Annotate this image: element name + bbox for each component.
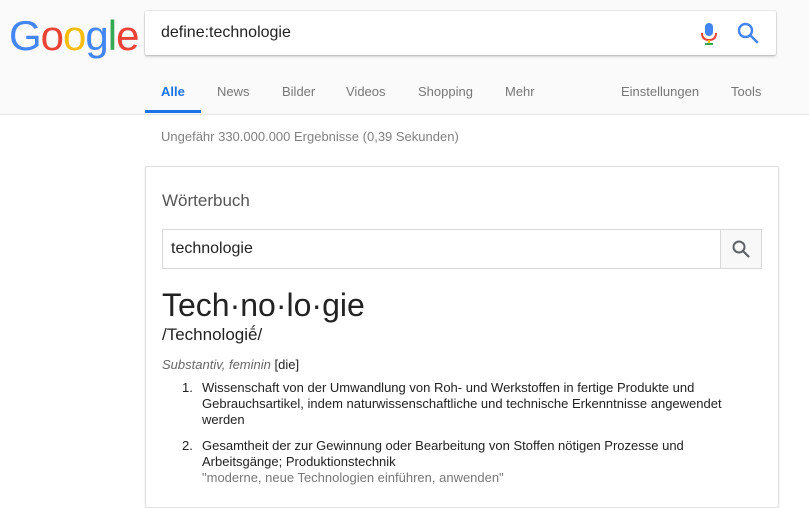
pos-type: Substantiv, feminin: [162, 357, 271, 372]
dictionary-card: Wörterbuch technologie Tech·no·lo·gie /T…: [145, 166, 779, 508]
tab-einstellungen[interactable]: Einstellungen: [621, 84, 699, 99]
tab-news[interactable]: News: [217, 84, 250, 99]
phonetic: /Technologiḗ/: [162, 325, 263, 344]
search-icon[interactable]: [737, 22, 759, 44]
definition-list: 1. Wissenschaft von der Umwandlung von R…: [182, 380, 742, 496]
definition-text: Wissenschaft von der Umwandlung von Roh-…: [202, 380, 722, 427]
search-query-text[interactable]: define:technologie: [161, 24, 291, 42]
logo-letter: e: [116, 12, 139, 59]
search-input[interactable]: define:technologie: [145, 11, 776, 55]
part-of-speech: Substantiv, feminin [die]: [162, 357, 299, 372]
dictionary-input-value[interactable]: technologie: [171, 240, 253, 258]
dictionary-search-button[interactable]: [720, 229, 762, 269]
definition-item: 2. Gesamtheit der zur Gewinnung oder Bea…: [182, 438, 742, 486]
google-logo[interactable]: Google: [9, 12, 139, 60]
active-tab-indicator: [145, 110, 201, 113]
tab-bilder[interactable]: Bilder: [282, 84, 315, 99]
logo-letter: G: [9, 12, 42, 59]
search-tabs: Alle News Bilder Videos Shopping Mehr Ei…: [0, 80, 809, 114]
logo-letter: o: [63, 12, 86, 59]
top-bar: Google define:technologie Alle News Bild…: [0, 0, 809, 115]
card-title: Wörterbuch: [162, 191, 250, 210]
definition-text: Gesamtheit der zur Gewinnung oder Bearbe…: [202, 438, 684, 469]
dictionary-search-input[interactable]: technologie: [162, 229, 721, 269]
headword: Tech·no·lo·gie: [162, 287, 365, 323]
definition-number: 1.: [182, 380, 193, 395]
logo-letter: o: [40, 12, 64, 59]
definition-example: "moderne, neue Technologien einführen, a…: [202, 470, 504, 485]
tab-shopping[interactable]: Shopping: [418, 84, 473, 99]
definition-item: 1. Wissenschaft von der Umwandlung von R…: [182, 380, 742, 428]
tab-videos[interactable]: Videos: [346, 84, 386, 99]
tab-alle[interactable]: Alle: [161, 84, 185, 99]
definition-number: 2.: [182, 438, 193, 453]
tab-tools[interactable]: Tools: [731, 84, 761, 99]
result-stats: Ungefähr 330.000.000 Ergebnisse (0,39 Se…: [161, 129, 459, 144]
tab-mehr[interactable]: Mehr: [505, 84, 535, 99]
dictionary-search-icon: [732, 240, 750, 258]
logo-letter: g: [85, 12, 108, 59]
logo-letter: l: [107, 12, 117, 59]
pos-article: [die]: [274, 357, 300, 372]
microphone-icon[interactable]: [699, 22, 719, 46]
